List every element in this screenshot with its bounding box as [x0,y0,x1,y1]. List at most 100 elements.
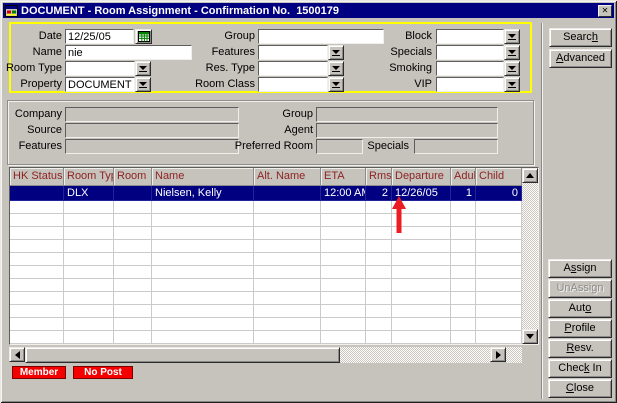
table-cell-empty [321,227,366,240]
chevron-down-icon [139,82,147,86]
cell-rms: 2 [366,186,392,201]
room-type-input[interactable] [65,61,135,76]
horizontal-scroll-thumb[interactable] [25,347,340,363]
table-cell-empty [476,214,522,227]
scroll-up-button[interactable] [522,168,538,183]
table-row-empty[interactable] [10,214,538,227]
room-class-dropdown-button[interactable] [328,77,344,92]
resv-button[interactable]: Resv. [548,339,612,358]
search-button[interactable]: Search [549,28,612,47]
calendar-button[interactable] [135,29,152,44]
chevron-down-icon [508,50,516,54]
horizontal-scroll-track[interactable] [340,347,490,363]
table-row-empty[interactable] [10,279,538,292]
property-input[interactable] [65,77,135,92]
table-cell-empty [64,305,114,318]
table-cell-empty [392,331,451,344]
table-row-empty[interactable] [10,201,538,214]
header-hk-status: HK Status [10,168,64,186]
chevron-down-icon [508,82,516,86]
table-cell-empty [64,240,114,253]
features-dropdown-button[interactable] [328,45,344,60]
block-dropdown-button[interactable] [504,29,520,44]
table-cell-empty [366,292,392,305]
table-cell-empty [64,292,114,305]
table-cell-empty [10,214,64,227]
header-rms: Rms [366,168,392,186]
room-type-dropdown-button[interactable] [135,61,151,76]
table-cell-empty [321,318,366,331]
specials-input[interactable] [436,45,504,60]
table-cell-empty [64,318,114,331]
check-in-button[interactable]: Check In [548,359,612,378]
table-cell-empty [10,292,64,305]
table-cell-empty [254,201,321,214]
vip-input[interactable] [436,77,504,92]
cell-child: 0 [476,186,522,201]
chevron-down-icon [508,34,516,38]
no-post-badge: No Post [73,366,133,379]
table-cell-empty [392,240,451,253]
cell-adult: 1 [451,186,476,201]
table-row-empty[interactable] [10,240,538,253]
group-input[interactable] [258,29,384,44]
info-specials-label: Specials [366,140,409,153]
header-name: Name [152,168,254,186]
smoking-input[interactable] [436,61,504,76]
vertical-scroll-track[interactable] [522,183,538,329]
table-cell-empty [321,292,366,305]
room-class-input[interactable] [258,77,328,92]
date-input[interactable] [65,29,134,44]
smoking-dropdown-button[interactable] [504,61,520,76]
features-input[interactable] [258,45,328,60]
title-bar[interactable]: DOCUMENT - Room Assignment - Confirmatio… [3,3,614,18]
cell-alt-name [254,186,321,201]
arrow-up-icon [526,173,534,178]
table-row-empty[interactable] [10,318,538,331]
table-row-empty[interactable] [10,331,538,344]
table-row-empty[interactable] [10,292,538,305]
vertical-scrollbar[interactable] [522,168,538,344]
table-cell-empty [152,331,254,344]
scroll-right-button[interactable] [490,347,506,362]
table-cell-empty [476,201,522,214]
table-row-empty[interactable] [10,253,538,266]
table-cell-empty [321,305,366,318]
table-cell-empty [451,214,476,227]
horizontal-scrollbar[interactable] [9,347,506,363]
table-cell-empty [10,266,64,279]
table-cell-empty [114,279,152,292]
table-cell-empty [254,227,321,240]
table-cell-empty [10,240,64,253]
table-cell-empty [152,305,254,318]
room-type-label: Room Type [2,62,62,75]
auto-button[interactable]: Auto [548,299,612,318]
table-cell-empty [254,292,321,305]
chevron-down-icon [332,66,340,70]
property-dropdown-button[interactable] [135,77,151,92]
table-row-empty[interactable] [10,305,538,318]
unassign-button: UnAssign [548,279,612,298]
vip-dropdown-button[interactable] [504,77,520,92]
scroll-down-button[interactable] [522,329,538,344]
res-type-input[interactable] [258,61,328,76]
assign-button[interactable]: Assign [548,259,612,278]
table-cell-empty [451,305,476,318]
cell-eta: 12:00 AM [321,186,366,201]
table-row-selected[interactable]: DLX Nielsen, Kelly 12:00 AM 2 12/26/05 1… [10,186,538,201]
property-label: Property [2,78,62,91]
table-row-empty[interactable] [10,266,538,279]
block-input[interactable] [436,29,504,44]
res-type-dropdown-button[interactable] [328,61,344,76]
table-cell-empty [254,240,321,253]
table-row-empty[interactable] [10,227,538,240]
scroll-left-button[interactable] [9,347,25,362]
table-cell-empty [10,227,64,240]
close-button[interactable]: Close [548,379,612,398]
specials-dropdown-button[interactable] [504,45,520,60]
profile-button[interactable]: Profile [548,319,612,338]
advanced-button[interactable]: Advanced [549,49,612,68]
table-cell-empty [392,266,451,279]
close-icon[interactable]: ✕ [598,5,612,17]
name-input[interactable] [65,45,192,60]
